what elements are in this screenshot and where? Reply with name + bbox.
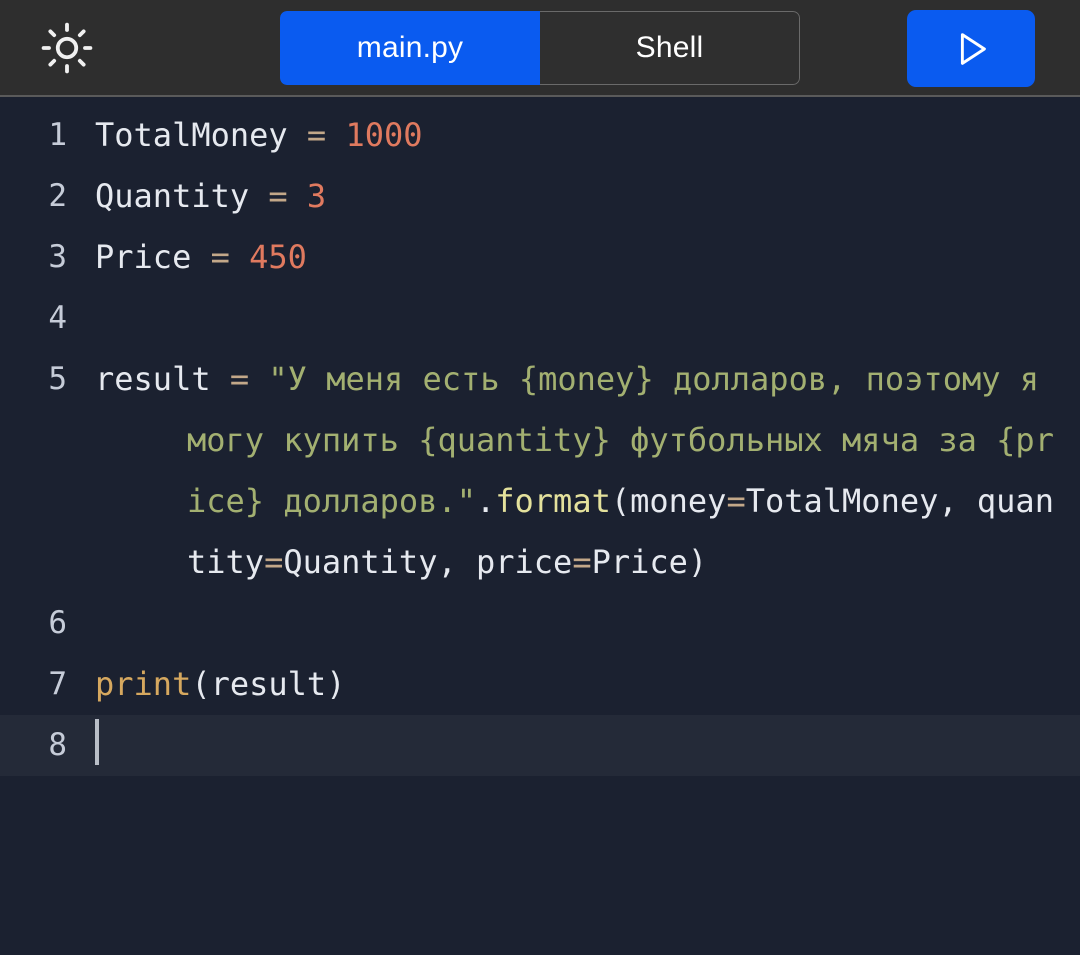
line-number: 3 (48, 239, 67, 275)
code-token-operator: = (229, 360, 250, 398)
tab-main-py-label: main.py (356, 31, 464, 64)
code-token-operator: = (306, 116, 327, 154)
code-token-function: format (495, 482, 611, 520)
code-line-row[interactable]: 5 result = "У меня есть {money} долларов,… (0, 349, 1080, 593)
line-number: 5 (48, 361, 67, 397)
code-token-operator: = (726, 482, 746, 520)
code-token-plain: Price) (591, 543, 708, 581)
tab-main-py[interactable]: main.py (280, 11, 540, 85)
line-number: 2 (48, 178, 67, 214)
code-line-content[interactable]: TotalMoney = 1000 (95, 105, 1080, 166)
code-token-number: 3 (306, 177, 327, 215)
code-line-row[interactable]: 2 Quantity = 3 (0, 166, 1080, 227)
sun-icon (40, 21, 94, 75)
code-token-plain: Quantity, price (283, 543, 573, 581)
code-line-content[interactable] (95, 593, 1080, 654)
code-line-row[interactable]: 8 (0, 715, 1080, 776)
code-line-row[interactable]: 1 TotalMoney = 1000 (0, 105, 1080, 166)
code-line-row[interactable]: 6 (0, 593, 1080, 654)
line-number: 1 (48, 117, 67, 153)
code-line-row[interactable]: 3 Price = 450 (0, 227, 1080, 288)
code-body[interactable]: 1 TotalMoney = 1000 2 Quantity = 3 3 Price = … (0, 105, 1080, 776)
code-line-content[interactable]: result = "У меня есть {money} долларов, … (95, 349, 1080, 593)
text-cursor (95, 719, 99, 765)
code-token-operator: = (264, 543, 284, 581)
code-token-plain: (money (610, 482, 727, 520)
code-editor[interactable]: 1 TotalMoney = 1000 2 Quantity = 3 3 Price = … (0, 97, 1080, 955)
code-token-plain: result (95, 360, 230, 398)
theme-toggle-button[interactable] (38, 19, 96, 77)
tab-shell-label: Shell (635, 31, 704, 64)
code-token-plain: Price (95, 238, 211, 276)
code-token-operator: = (572, 543, 592, 581)
code-token-keyword: print (95, 665, 192, 703)
code-token-operator: = (210, 238, 230, 276)
tab-shell[interactable]: Shell (540, 11, 800, 85)
code-token-plain: . (475, 482, 496, 520)
code-token-plain: TotalMoney (95, 116, 307, 154)
code-line-content[interactable] (95, 288, 1080, 349)
code-line-row[interactable]: 7 print(result) (0, 654, 1080, 715)
run-button[interactable] (907, 10, 1035, 87)
line-number: 8 (48, 727, 67, 763)
code-token-plain: (result) (191, 665, 346, 703)
file-tab-group: main.py Shell (280, 11, 800, 85)
code-line-content[interactable] (95, 715, 1080, 776)
code-line-content[interactable]: print(result) (95, 654, 1080, 715)
line-number: 4 (48, 300, 67, 336)
code-line-content[interactable]: Quantity = 3 (95, 166, 1080, 227)
play-icon (948, 26, 994, 72)
code-token-operator: = (268, 177, 288, 215)
line-number: 7 (48, 666, 67, 702)
editor-toolbar: main.py Shell (0, 0, 1080, 97)
code-token-number: 450 (249, 238, 307, 276)
code-token-number: 1000 (345, 116, 423, 154)
code-line-content[interactable]: Price = 450 (95, 227, 1080, 288)
line-number: 6 (48, 605, 67, 641)
code-line-row[interactable]: 4 (0, 288, 1080, 349)
code-token-plain: Quantity (95, 177, 269, 215)
